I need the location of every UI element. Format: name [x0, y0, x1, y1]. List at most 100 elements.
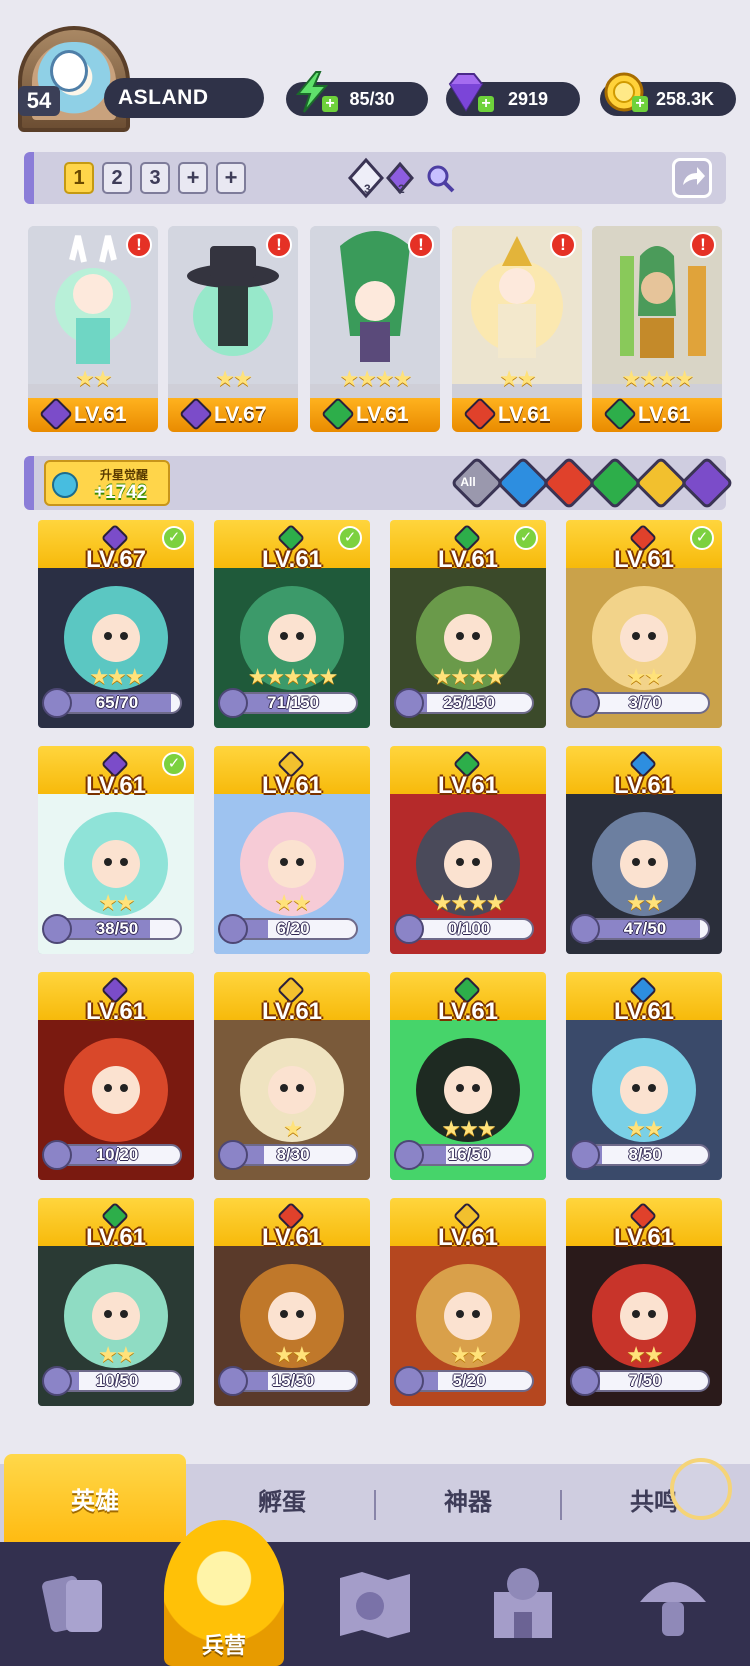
- gem-plus-icon[interactable]: +: [478, 96, 494, 112]
- shard-progress-text: 47/50: [623, 919, 667, 938]
- hero-card[interactable]: LV.61 ★★ 8/50: [566, 972, 722, 1180]
- team-slot-3[interactable]: 3: [140, 162, 170, 194]
- sub-tab-bar: 英雄 孵蛋 神器 共鸣: [0, 1454, 750, 1542]
- alert-icon: !: [408, 232, 434, 258]
- hero-stars: ★★★★: [432, 890, 506, 915]
- hero-card[interactable]: LV.61 ★★ 6/20: [214, 746, 370, 954]
- team-slot-2[interactable]: 2: [102, 162, 132, 194]
- shard-progress-text: 7/50: [628, 1371, 662, 1390]
- magnifier-icon[interactable]: [418, 156, 462, 200]
- shard-progress-text: 10/50: [95, 1371, 139, 1390]
- player-level-badge: 54: [18, 86, 60, 116]
- gold-plus-icon[interactable]: +: [632, 96, 648, 112]
- awaken-label: 升星觉醒: [100, 468, 149, 482]
- shard-progress-text: 8/30: [276, 1145, 310, 1164]
- hero-level: LV.61: [261, 1224, 323, 1251]
- hero-level: LV.61: [613, 772, 675, 799]
- hero-card[interactable]: LV.61 ★★★★ 0/100: [390, 746, 546, 954]
- hero-card[interactable]: LV.61 ★ 8/30: [214, 972, 370, 1180]
- team-slot-add-2[interactable]: +: [216, 162, 246, 194]
- team-hero-card[interactable]: ★★ ! LV.61: [28, 226, 158, 432]
- hero-stars: ★★: [626, 1116, 663, 1141]
- nature-filter-icon[interactable]: [588, 456, 642, 510]
- shard-icon: [394, 1140, 424, 1170]
- team-hero-card[interactable]: ★★★★ ! LV.61: [310, 226, 440, 432]
- hero-card[interactable]: LV.61 ★★ 10/50: [38, 1198, 194, 1406]
- mushroom-icon[interactable]: [630, 1562, 716, 1648]
- filter-all-label: All: [460, 475, 476, 489]
- hero-level: LV.61: [437, 998, 499, 1025]
- shard-icon: [570, 1140, 600, 1170]
- hero-card[interactable]: LV.61 ★★ 15/50: [214, 1198, 370, 1406]
- hero-stars: ★★★★: [432, 664, 506, 689]
- shard-progress-text: 6/20: [276, 919, 310, 938]
- hero-stars: ★★: [274, 890, 311, 915]
- tab-artifacts[interactable]: 神器: [376, 1464, 560, 1542]
- shard-icon: [42, 1366, 72, 1396]
- dark-filter-icon[interactable]: [680, 456, 734, 510]
- hero-card[interactable]: LV.61 ✓ ★★ 38/50: [38, 746, 194, 954]
- hero-card[interactable]: LV.61 10/20: [38, 972, 194, 1180]
- hero-card[interactable]: LV.61 ★★ 5/20: [390, 1198, 546, 1406]
- hero-card[interactable]: LV.61 ★★ 7/50: [566, 1198, 722, 1406]
- hero-card[interactable]: LV.61 ✓ ★★ 3/70: [566, 520, 722, 728]
- hero-level: LV.61: [85, 772, 147, 799]
- team-slot-add-1[interactable]: +: [178, 162, 208, 194]
- hero-filter-bar: 升星觉醒 +1742 All: [24, 456, 734, 510]
- hero-card[interactable]: LV.61 ✓ ★★★★★ 71/150: [214, 520, 370, 728]
- map-icon[interactable]: [332, 1562, 418, 1648]
- hero-stars: ★★: [98, 890, 135, 915]
- awaken-value: +1742: [94, 482, 148, 503]
- water-filter-icon[interactable]: [496, 456, 550, 510]
- energy-plus-icon[interactable]: +: [322, 96, 338, 112]
- alert-icon: !: [690, 232, 716, 258]
- alert-icon: !: [550, 232, 576, 258]
- hero-card[interactable]: LV.61 ★★ 47/50: [566, 746, 722, 954]
- player-avatar[interactable]: [18, 26, 130, 132]
- hero-level: LV.61: [613, 1224, 675, 1251]
- hero-stars: ★★: [626, 1342, 663, 1367]
- shard-progress-text: 5/20: [452, 1371, 486, 1390]
- hero-level: LV.61: [437, 546, 499, 573]
- team-slot-1[interactable]: 1: [64, 162, 94, 194]
- compass-float-icon[interactable]: [670, 1458, 732, 1520]
- nav-barracks-label: 兵营: [201, 1633, 246, 1658]
- hero-card[interactable]: LV.61 ★★★ 16/50: [390, 972, 546, 1180]
- checkmark-icon: ✓: [690, 526, 714, 550]
- shard-progress-text: 65/70: [95, 693, 139, 712]
- shard-icon: [218, 914, 248, 944]
- shard-progress-text: 25/150: [443, 693, 495, 712]
- hero-stars: ★★★: [441, 1116, 496, 1141]
- awaken-button[interactable]: 升星觉醒 +1742: [44, 460, 170, 506]
- shard-progress-text: 0/100: [447, 919, 491, 938]
- shard-icon: [218, 688, 248, 718]
- hero-stars: ★★: [215, 366, 252, 391]
- player-name[interactable]: ASLAND: [104, 78, 264, 118]
- purple-crystal-count: 2: [398, 182, 405, 196]
- hero-stars: ★★: [499, 366, 536, 391]
- shard-icon: [570, 688, 600, 718]
- light-filter-icon[interactable]: [634, 456, 688, 510]
- hero-stars: ★: [283, 1116, 303, 1141]
- team-selector-bar: 1 2 3 + + 3 2: [24, 152, 726, 204]
- team-hero-card[interactable]: ★★ ! LV.67: [168, 226, 298, 432]
- key-icon: [52, 472, 78, 498]
- hero-card[interactable]: LV.67 ✓ ★★★ 65/70: [38, 520, 194, 728]
- share-button[interactable]: [672, 158, 712, 198]
- fire-filter-icon[interactable]: [542, 456, 596, 510]
- castle-icon[interactable]: [480, 1562, 566, 1648]
- share-arrow-icon: [683, 167, 705, 185]
- shard-icon: [394, 1366, 424, 1396]
- hero-level: LV.61: [85, 1224, 147, 1251]
- hero-stars: ★★: [626, 664, 663, 689]
- hero-card[interactable]: LV.61 ✓ ★★★★ 25/150: [390, 520, 546, 728]
- shard-progress-text: 8/50: [628, 1145, 662, 1164]
- tab-heroes[interactable]: 英雄: [4, 1454, 186, 1542]
- shard-icon: [218, 1140, 248, 1170]
- team-hero-card[interactable]: ★★★★ ! LV.61: [592, 226, 722, 432]
- shard-icon: [394, 914, 424, 944]
- shard-progress-text: 71/150: [267, 693, 319, 712]
- cards-icon[interactable]: [32, 1562, 118, 1648]
- shard-progress-text: 38/50: [95, 919, 139, 938]
- team-hero-card[interactable]: ★★ ! LV.61: [452, 226, 582, 432]
